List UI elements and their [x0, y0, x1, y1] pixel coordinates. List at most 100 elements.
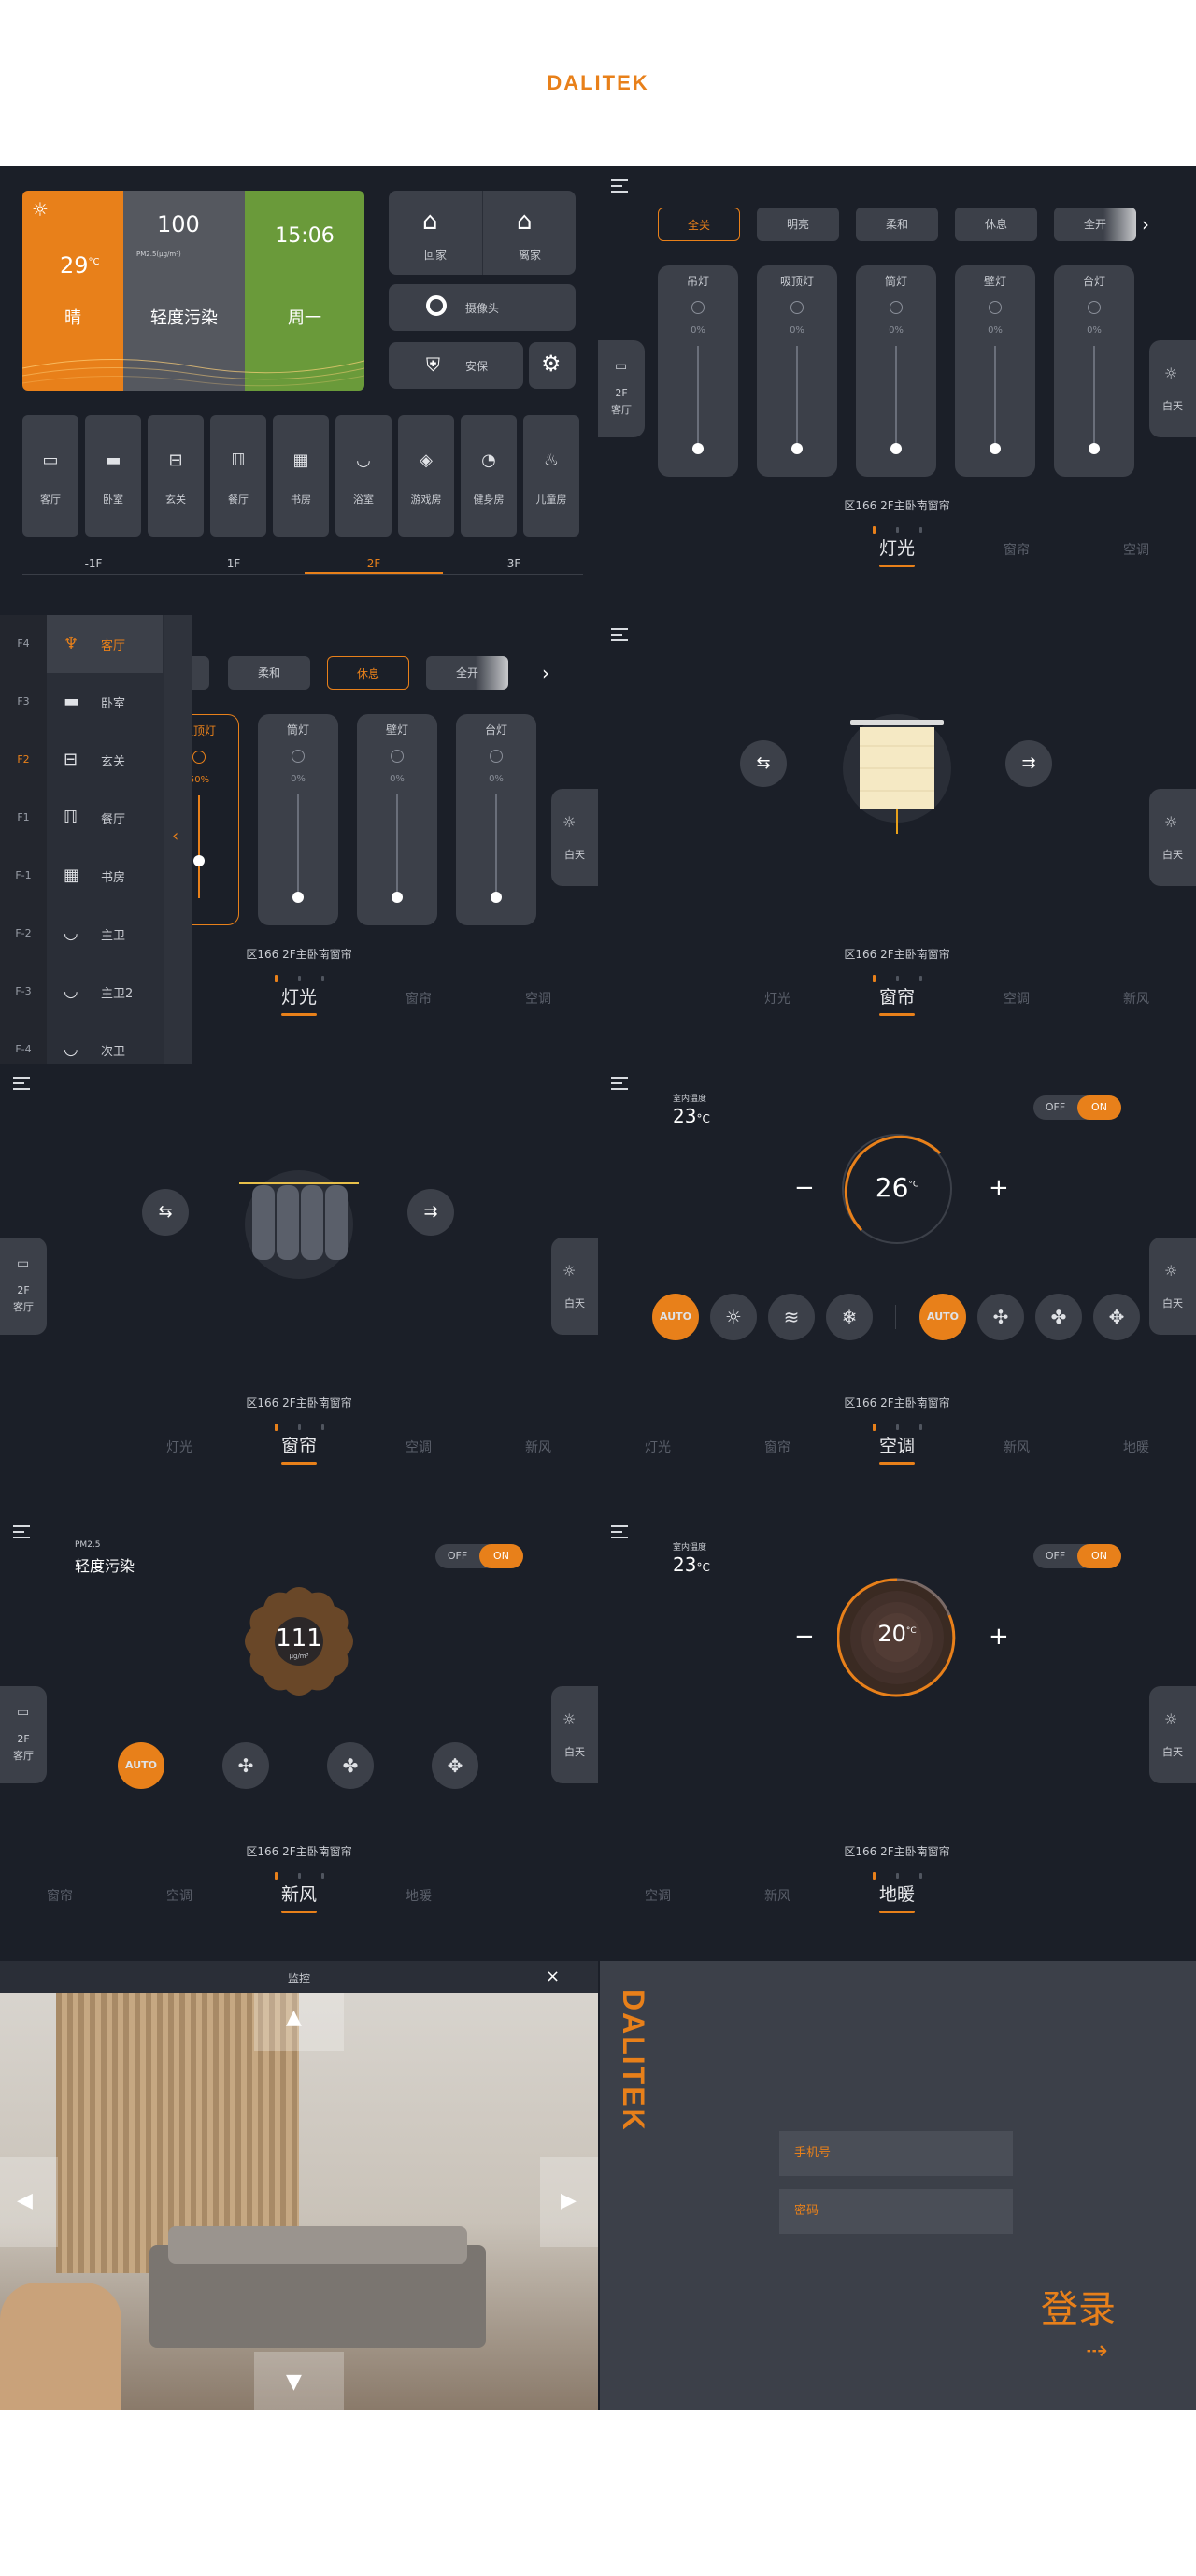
daytime-mode-button[interactable]: ☼ 白天 [1149, 789, 1196, 886]
tab-curtain[interactable]: 窗帘 [406, 989, 432, 1008]
mode-floor-switcher[interactable]: ☼ 白天 ▭ 2F 客厅 [551, 1238, 598, 1335]
room-tile[interactable]: ▬ 卧室 [85, 415, 141, 537]
drawer-floor[interactable]: F-4 [0, 1043, 47, 1055]
mode-rest[interactable]: 休息 [955, 208, 1037, 241]
lamp-card[interactable]: 吊灯 0% [658, 265, 738, 477]
tab-floorheat[interactable]: 地暖 [406, 1886, 432, 1905]
curtain-close-button[interactable]: ⇉ [407, 1189, 454, 1236]
curtain-close-button[interactable]: ⇉ [1005, 740, 1052, 787]
snowflake-icon[interactable]: ❄ [826, 1294, 873, 1340]
tab-light[interactable]: 灯光 [645, 1438, 671, 1456]
drawer-room-active[interactable]: ♆ 客厅 [47, 615, 163, 673]
daytime-mode-button[interactable]: ☼ 白天 [1149, 1238, 1196, 1335]
room-tile[interactable]: ◡ 浴室 [335, 415, 392, 537]
tab-ac[interactable]: 空调 [645, 1886, 671, 1905]
mode-all-on[interactable]: 全开 [1054, 208, 1136, 241]
lamp-card[interactable]: 筒灯 0% [258, 714, 338, 925]
tab-light[interactable]: 灯光 [764, 989, 790, 1008]
mode-all-on[interactable]: 全开 [426, 656, 508, 690]
room-tile[interactable]: ℿ 餐厅 [210, 415, 266, 537]
temp-decrease-button[interactable]: − [794, 1623, 815, 1651]
drawer-room[interactable]: ℿ 餐厅 [47, 789, 163, 847]
pan-left-button[interactable]: ◀ [0, 2157, 58, 2247]
pan-down-button[interactable]: ▼ [254, 2352, 344, 2410]
mode-soft[interactable]: 柔和 [856, 208, 938, 241]
fan-mid-icon[interactable]: ✤ [327, 1742, 374, 1789]
mode-floor-switcher[interactable]: ☼ 白天 ▭ 2F 客厅 [551, 1686, 598, 1783]
lamp-slider-knob[interactable] [392, 892, 403, 903]
lamp-card[interactable]: 壁灯 0% [955, 265, 1035, 477]
tab-fresh[interactable]: 新风 [280, 1881, 318, 1913]
tab-floorheat[interactable]: 地暖 [1123, 1438, 1149, 1456]
temp-increase-button[interactable]: + [989, 1623, 1009, 1651]
drawer-room[interactable]: ▬ 卧室 [47, 673, 163, 731]
pan-right-button[interactable]: ▶ [540, 2157, 598, 2247]
drawer-floor[interactable]: F1 [0, 811, 47, 823]
floor-tab[interactable]: 3F [507, 557, 521, 570]
lamp-card[interactable]: 台灯 0% [1054, 265, 1134, 477]
login-button[interactable]: 登录 [1041, 2279, 1116, 2333]
tab-ac[interactable]: 空调 [406, 1438, 432, 1456]
drawer-floor-active[interactable]: F2 [0, 753, 47, 766]
drawer-handle[interactable]: ‹ [164, 615, 192, 1064]
menu-icon[interactable] [611, 1077, 628, 1090]
tab-light[interactable]: 灯光 [280, 983, 318, 1016]
floor-tab[interactable]: 1F [227, 557, 241, 570]
floor-tab[interactable]: -1F [85, 557, 103, 570]
tab-ac[interactable]: 空调 [1123, 540, 1149, 559]
menu-icon[interactable] [13, 1525, 30, 1538]
drawer-room[interactable]: ◡ 主卫 [47, 905, 163, 963]
mode-all-off[interactable]: 全关 [658, 208, 740, 241]
lamp-card[interactable]: 台灯 0% [456, 714, 536, 925]
mode-rest[interactable]: 休息 [327, 656, 409, 690]
home-button[interactable]: ⌂ 回家 [389, 191, 482, 275]
lamp-card[interactable]: 吸顶灯 0% [757, 265, 837, 477]
tab-curtain[interactable]: 窗帘 [764, 1438, 790, 1456]
power-toggle[interactable]: OFF ON [435, 1544, 523, 1568]
fan-high-icon[interactable]: ✥ [432, 1742, 478, 1789]
daytime-mode-button[interactable]: ☼ 白天 [1149, 340, 1196, 437]
lamp-card[interactable]: 筒灯 0% [856, 265, 936, 477]
chevron-right-icon[interactable]: › [542, 662, 549, 684]
tab-curtain[interactable]: 窗帘 [878, 983, 916, 1016]
tab-ac[interactable]: 空调 [525, 989, 551, 1008]
lamp-slider-knob[interactable] [491, 892, 502, 903]
menu-icon[interactable] [611, 1525, 628, 1538]
floor-switcher[interactable]: ▭ 2F 客厅 [598, 340, 645, 437]
room-tile[interactable]: ▭ 客厅 [22, 415, 78, 537]
pan-up-button[interactable]: ▲ [254, 1993, 344, 2051]
drawer-floor[interactable]: F-1 [0, 869, 47, 881]
dry-mode-icon[interactable]: ≋ [768, 1294, 815, 1340]
mode-bright[interactable]: 明亮 [757, 208, 839, 241]
close-icon[interactable]: × [546, 1967, 560, 1986]
lamp-slider[interactable] [396, 794, 398, 897]
tab-fresh[interactable]: 新风 [1004, 1438, 1030, 1456]
lamp-card[interactable]: 壁灯 0% [357, 714, 437, 925]
room-tile[interactable]: ♨ 儿童房 [523, 415, 579, 537]
lamp-slider-knob[interactable] [890, 443, 902, 454]
lamp-slider[interactable] [895, 346, 897, 449]
temp-increase-button[interactable]: + [989, 1174, 1009, 1202]
tab-light[interactable]: 灯光 [166, 1438, 192, 1456]
password-input[interactable]: 密码 [779, 2189, 1013, 2234]
lamp-slider-knob[interactable] [292, 892, 304, 903]
lamp-slider[interactable] [297, 794, 299, 897]
fresh-auto-button[interactable]: AUTO [118, 1742, 164, 1789]
lamp-slider[interactable] [198, 795, 200, 898]
curtain-open-button[interactable]: ⇆ [142, 1189, 189, 1236]
tab-ac[interactable]: 空调 [166, 1886, 192, 1905]
power-toggle[interactable]: OFF ON [1033, 1095, 1121, 1120]
menu-icon[interactable] [611, 628, 628, 641]
phone-input[interactable]: 手机号 [779, 2131, 1013, 2176]
drawer-floor[interactable]: F3 [0, 695, 47, 708]
tab-curtain[interactable]: 窗帘 [1004, 540, 1030, 559]
tab-fresh[interactable]: 新风 [525, 1438, 551, 1456]
lamp-slider[interactable] [994, 346, 996, 449]
menu-icon[interactable] [611, 179, 628, 193]
away-button[interactable]: ⌂ 离家 [482, 191, 576, 275]
arrow-right-icon[interactable]: ⇢ [1086, 2335, 1107, 2366]
mode-soft[interactable]: 柔和 [228, 656, 310, 690]
lamp-slider-knob[interactable] [193, 855, 205, 866]
lamp-slider[interactable] [1093, 346, 1095, 449]
room-tile[interactable]: ⊟ 玄关 [148, 415, 204, 537]
